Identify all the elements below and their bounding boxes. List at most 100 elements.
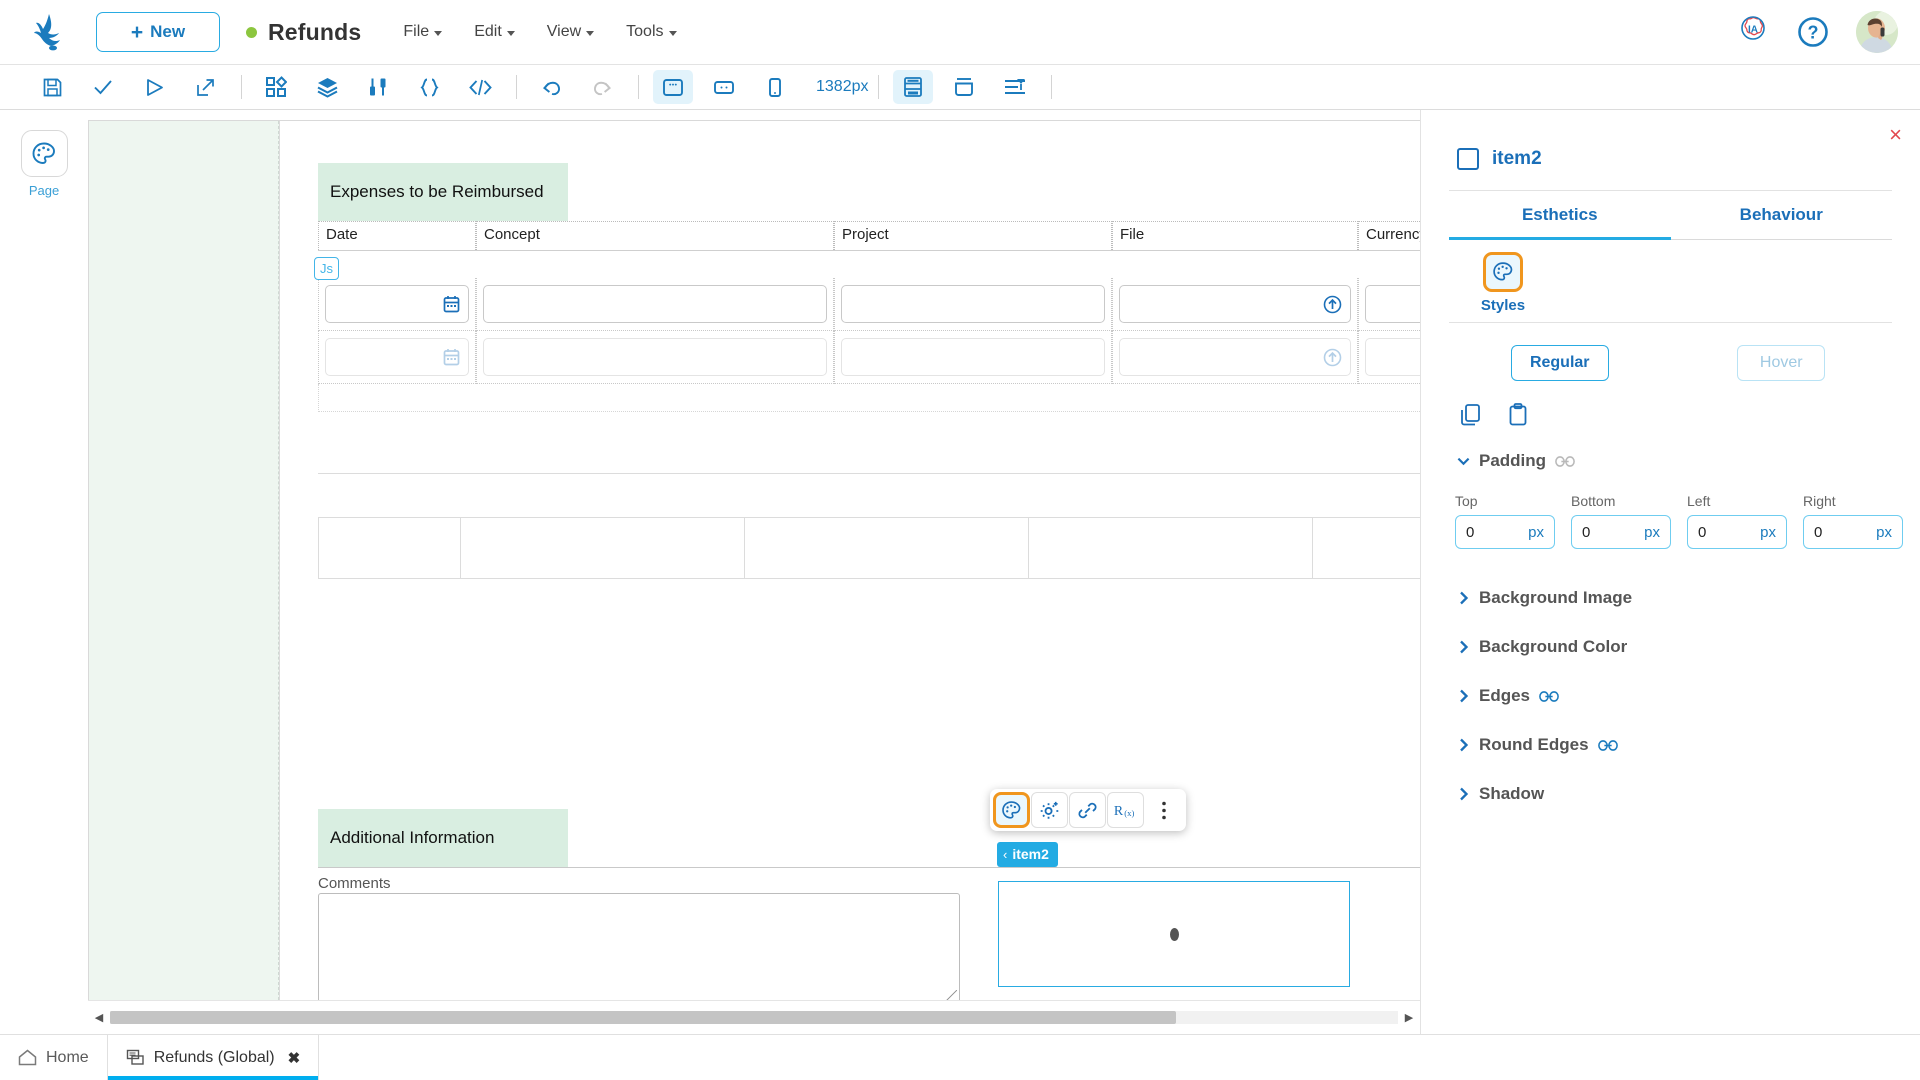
grid-cell[interactable] <box>461 518 745 578</box>
menu-view[interactable]: View <box>547 23 595 41</box>
element-checkbox[interactable] <box>1457 148 1479 170</box>
grid-cell[interactable] <box>1313 518 1420 578</box>
undo-icon[interactable] <box>531 70 571 104</box>
styles-palette-icon[interactable] <box>993 792 1030 828</box>
help-icon[interactable]: ? <box>1796 15 1830 49</box>
desktop-view-icon[interactable] <box>653 70 693 104</box>
components-icon[interactable] <box>256 70 296 104</box>
new-button[interactable]: + New <box>96 12 220 52</box>
bottom-tab-refunds[interactable]: Refunds (Global) ✖ <box>106 1035 320 1080</box>
copy-style-icon[interactable] <box>1459 403 1485 429</box>
mobile-view-icon[interactable] <box>755 70 795 104</box>
close-icon[interactable]: × <box>1889 124 1902 146</box>
ia-assistant-icon[interactable]: IA <box>1736 15 1770 49</box>
save-icon[interactable] <box>32 70 72 104</box>
padding-right-input[interactable]: 0 px <box>1803 515 1903 549</box>
upload-arrow-icon[interactable] <box>1323 348 1342 367</box>
validate-check-icon[interactable] <box>83 70 123 104</box>
braces-icon[interactable] <box>409 70 449 104</box>
scrollbar-thumb[interactable] <box>110 1011 1176 1024</box>
file-upload-input[interactable] <box>1119 285 1351 323</box>
section-title-expenses[interactable]: Expenses to be Reimbursed <box>318 163 568 221</box>
project-input[interactable] <box>841 338 1105 376</box>
cell-currency[interactable] <box>1358 278 1420 331</box>
bottom-tab-home[interactable]: Home <box>0 1035 107 1080</box>
palette-icon[interactable] <box>1483 252 1523 292</box>
table-row[interactable] <box>318 278 1420 331</box>
concept-input[interactable] <box>483 285 827 323</box>
align-icon[interactable] <box>995 70 1035 104</box>
tab-esthetics[interactable]: Esthetics <box>1449 205 1671 240</box>
more-options-icon[interactable] <box>1145 792 1182 828</box>
grid-layout-icon[interactable] <box>892 70 933 104</box>
link-chain-icon[interactable] <box>1597 739 1618 751</box>
cell-currency[interactable] <box>1358 331 1420 384</box>
link-chain-icon[interactable] <box>1539 690 1559 702</box>
menu-tools[interactable]: Tools <box>626 23 677 41</box>
horizontal-scrollbar[interactable]: ◀ ▶ <box>88 1000 1420 1034</box>
section-round-edges[interactable]: Round Edges <box>1457 735 1920 755</box>
table-row[interactable] <box>318 331 1420 384</box>
date-input[interactable] <box>325 285 469 323</box>
padding-top-input[interactable]: 0 px <box>1455 515 1555 549</box>
zoom-width-value[interactable]: 1382px <box>816 78 869 96</box>
cell-concept[interactable] <box>476 331 834 384</box>
padding-left-input[interactable]: 0 px <box>1687 515 1787 549</box>
section-title-additional[interactable]: Additional Information <box>318 809 568 867</box>
code-icon[interactable] <box>460 70 500 104</box>
menu-file[interactable]: File <box>403 23 443 41</box>
scroll-right-arrow-icon[interactable]: ▶ <box>1398 1011 1420 1024</box>
padding-bottom-input[interactable]: 0 px <box>1571 515 1671 549</box>
comments-textarea[interactable] <box>318 893 960 1000</box>
grid-cell[interactable] <box>319 518 461 578</box>
project-input[interactable] <box>841 285 1105 323</box>
tab-behaviour[interactable]: Behaviour <box>1670 205 1892 240</box>
file-upload-input[interactable] <box>1119 338 1351 376</box>
avatar[interactable] <box>1856 11 1898 53</box>
selected-element-chip[interactable]: ‹ item2 <box>997 842 1058 867</box>
layers-icon[interactable] <box>307 70 347 104</box>
settings-gear-icon[interactable] <box>1031 792 1068 828</box>
date-input[interactable] <box>325 338 469 376</box>
link-icon[interactable] <box>1069 792 1106 828</box>
cell-project[interactable] <box>834 331 1112 384</box>
cell-date[interactable] <box>318 278 476 331</box>
calendar-icon[interactable] <box>443 295 460 313</box>
section-background-image[interactable]: Background Image <box>1457 588 1920 608</box>
layout-grid[interactable] <box>318 517 1420 579</box>
section-edges[interactable]: Edges <box>1457 686 1920 706</box>
grid-cell[interactable] <box>1029 518 1313 578</box>
js-badge[interactable]: Js <box>314 257 339 280</box>
cell-project[interactable] <box>834 278 1112 331</box>
run-play-icon[interactable] <box>134 70 174 104</box>
state-hover-button[interactable]: Hover <box>1737 345 1826 381</box>
grid-cell[interactable] <box>745 518 1029 578</box>
state-regular-button[interactable]: Regular <box>1510 345 1609 381</box>
expenses-table[interactable]: Date Concept Project File Currency <box>318 221 1420 412</box>
currency-input[interactable] <box>1365 285 1420 323</box>
calendar-icon[interactable] <box>443 348 460 366</box>
selected-element-item2[interactable] <box>998 881 1350 987</box>
cell-date[interactable] <box>318 331 476 384</box>
concept-input[interactable] <box>483 338 827 376</box>
scroll-left-arrow-icon[interactable]: ◀ <box>88 1011 110 1024</box>
paste-style-icon[interactable] <box>1507 403 1533 429</box>
share-export-icon[interactable] <box>185 70 225 104</box>
currency-input[interactable] <box>1365 338 1420 376</box>
close-icon[interactable]: ✖ <box>288 1049 301 1067</box>
section-shadow[interactable]: Shadow <box>1457 784 1920 804</box>
app-logo-icon[interactable] <box>30 11 72 53</box>
sidebar-item-page[interactable] <box>20 130 68 177</box>
menu-edit[interactable]: Edit <box>474 23 515 41</box>
tablet-view-icon[interactable] <box>704 70 744 104</box>
upload-arrow-icon[interactable] <box>1323 295 1342 314</box>
section-background-color[interactable]: Background Color <box>1457 637 1920 657</box>
redo-icon[interactable] <box>582 70 622 104</box>
variables-icon[interactable] <box>358 70 398 104</box>
cell-concept[interactable] <box>476 278 834 331</box>
section-padding-header[interactable]: Padding <box>1457 451 1920 471</box>
container-icon[interactable] <box>944 70 984 104</box>
cell-file[interactable] <box>1112 278 1358 331</box>
link-chain-icon[interactable] <box>1555 455 1575 467</box>
cell-file[interactable] <box>1112 331 1358 384</box>
